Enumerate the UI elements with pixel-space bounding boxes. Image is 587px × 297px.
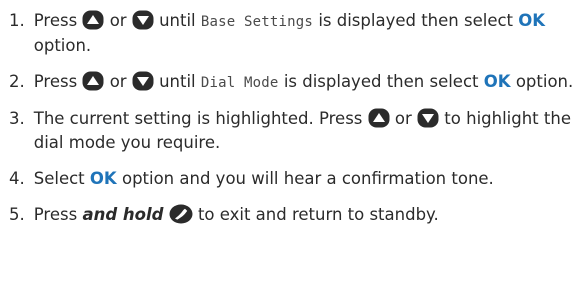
end-call-handset-icon <box>169 204 193 224</box>
up-arrow-key-icon <box>368 108 390 128</box>
step-1: 1. Press or until Base Settings is displ… <box>9 9 585 58</box>
ok-option: OK <box>89 169 117 188</box>
down-arrow-key-icon <box>417 108 439 128</box>
display-text: Base Settings <box>200 14 314 30</box>
step-number: 5. <box>9 205 25 224</box>
step-3: 3. The current setting is highlighted. P… <box>9 107 585 155</box>
down-arrow-key-icon <box>132 10 154 30</box>
step-number: 4. <box>9 169 25 188</box>
up-arrow-key-icon <box>82 71 104 91</box>
up-arrow-key-icon <box>82 10 104 30</box>
step-5: 5. Press and hold to exit and return to … <box>9 203 585 227</box>
step-text: Press or until Dial Mode is displayed th… <box>33 71 574 91</box>
step-text: The current setting is highlighted. Pres… <box>33 108 571 152</box>
step-number: 3. <box>9 109 25 128</box>
emphasis-text: and hold <box>82 205 164 224</box>
step-text: Select OK option and you will hear a con… <box>33 169 494 188</box>
ok-option: OK <box>518 11 546 30</box>
step-text: Press and hold to exit and return to sta… <box>33 204 439 224</box>
step-text: Press or until Base Settings is displaye… <box>33 10 546 55</box>
instruction-steps: 1. Press or until Base Settings is displ… <box>9 9 585 227</box>
down-arrow-key-icon <box>132 71 154 91</box>
ok-option: OK <box>483 72 511 91</box>
display-text: Dial Mode <box>200 75 279 91</box>
step-4: 4. Select OK option and you will hear a … <box>9 167 585 191</box>
step-number: 2. <box>9 72 25 91</box>
step-2: 2. Press or until Dial Mode is displayed… <box>9 70 585 95</box>
step-number: 1. <box>9 11 25 30</box>
